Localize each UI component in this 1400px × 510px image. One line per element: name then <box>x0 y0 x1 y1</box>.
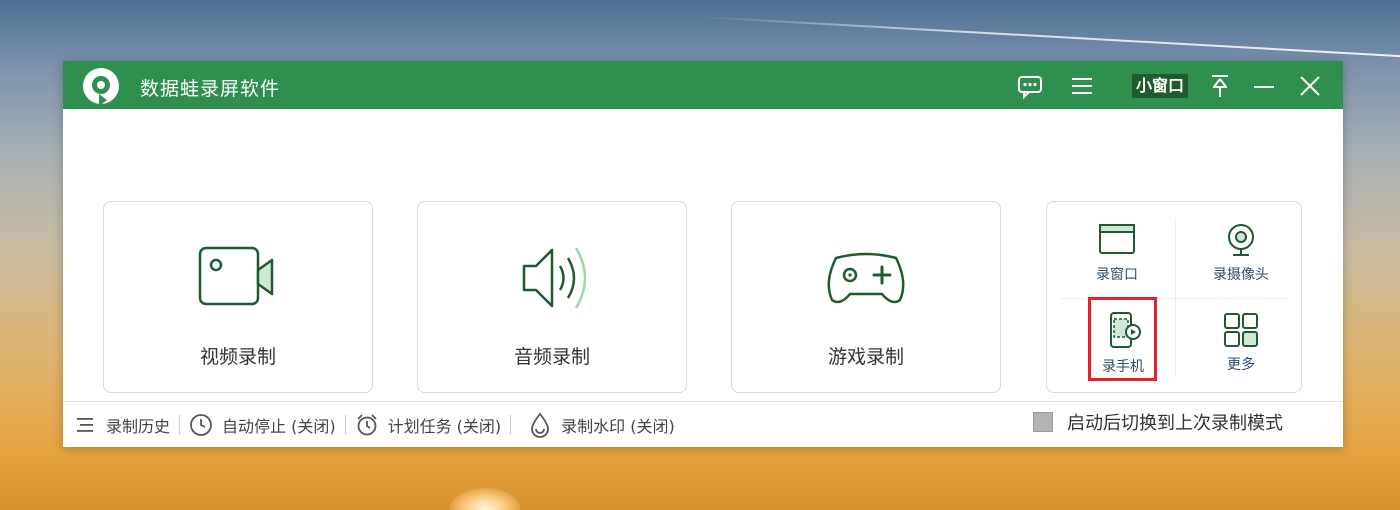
history-list-icon <box>77 417 93 432</box>
minimize-icon[interactable] <box>1250 72 1278 100</box>
more-label: 更多 <box>1227 357 1255 373</box>
clock-icon <box>190 413 212 436</box>
menu-icon[interactable] <box>1068 72 1096 100</box>
separator <box>344 414 346 435</box>
more-button[interactable]: 更多 <box>1191 304 1291 384</box>
audio-record-label: 音频录制 <box>513 346 590 368</box>
sky-contrail <box>699 16 1400 59</box>
separator <box>179 414 181 435</box>
video-camera-icon <box>198 246 274 306</box>
auto-stop-label: 自动停止 (关闭) <box>222 416 336 436</box>
record-history-button[interactable]: 录制历史 <box>75 402 170 448</box>
game-record-card[interactable]: 游戏录制 <box>731 201 1001 393</box>
separator <box>510 414 512 435</box>
pin-icon[interactable] <box>1206 72 1234 100</box>
watermark-button[interactable]: 录制水印 (关闭) <box>528 402 675 448</box>
record-history-label: 录制历史 <box>106 416 171 436</box>
grid-more-icon <box>1224 313 1258 347</box>
auto-stop-button[interactable]: 自动停止 (关闭) <box>189 402 336 448</box>
app-title: 数据蛙录屏软件 <box>140 78 281 100</box>
app-window: 数据蛙录屏软件 小窗口 视频录制 音频录制 游戏录制 录窗口 录摄像头 录手机 … <box>63 61 1343 447</box>
video-record-card[interactable]: 视频录制 <box>103 201 373 393</box>
small-window-button[interactable]: 小窗口 <box>1132 74 1189 98</box>
scheduled-task-label: 计划任务 (关闭) <box>387 416 502 436</box>
close-icon[interactable] <box>1296 72 1324 100</box>
app-logo-icon <box>83 68 119 106</box>
record-window-button[interactable]: 录窗口 <box>1067 214 1167 294</box>
phone-highlight-box <box>1088 297 1157 381</box>
video-record-label: 视频录制 <box>199 346 276 368</box>
watermark-drop-icon <box>531 412 550 438</box>
webcam-icon <box>1228 224 1254 256</box>
record-window-label: 录窗口 <box>1096 267 1138 283</box>
window-icon <box>1099 224 1135 254</box>
quick-modes-panel: 录窗口 录摄像头 录手机 更多 <box>1046 201 1302 393</box>
alarm-clock-icon <box>356 413 377 435</box>
audio-record-card[interactable]: 音频录制 <box>417 201 687 393</box>
watermark-label: 录制水印 (关闭) <box>561 416 675 436</box>
sun-glow <box>450 488 520 510</box>
game-record-label: 游戏录制 <box>827 346 904 368</box>
speaker-icon <box>522 247 587 309</box>
title-bar[interactable]: 数据蛙录屏软件 小窗口 <box>63 61 1343 109</box>
record-webcam-button[interactable]: 录摄像头 <box>1191 214 1291 294</box>
record-webcam-label: 录摄像头 <box>1213 267 1269 283</box>
bottom-toolbar: 录制历史 自动停止 (关闭) 计划任务 (关闭) 录制水印 (关闭) <box>63 401 1343 447</box>
gamepad-icon <box>827 252 905 304</box>
main-content: 视频录制 音频录制 游戏录制 录窗口 录摄像头 录手机 更多 启动后切换到上次录… <box>63 109 1343 447</box>
scheduled-task-button[interactable]: 计划任务 (关闭) <box>355 402 502 448</box>
chat-icon[interactable] <box>1016 72 1044 100</box>
